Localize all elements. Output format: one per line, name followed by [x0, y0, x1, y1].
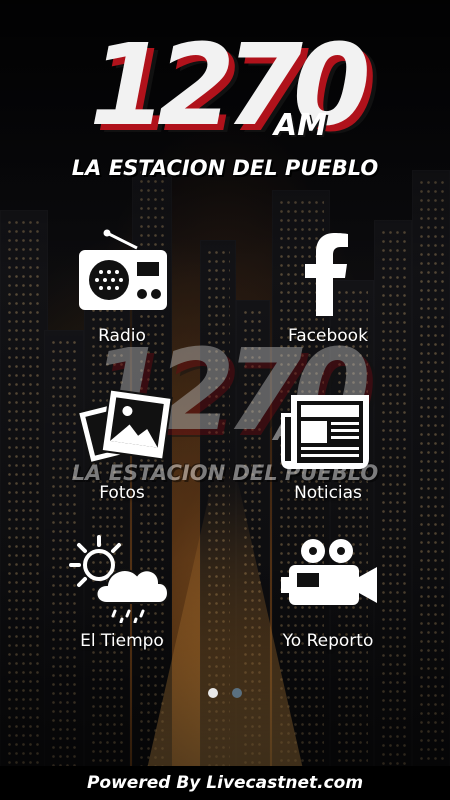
radio-icon	[79, 229, 167, 310]
photos-icon	[76, 388, 173, 465]
newspaper-icon	[281, 395, 369, 469]
facebook-icon	[305, 233, 348, 316]
logo-number: 1270	[89, 21, 371, 151]
logo-tagline: LA ESTACION DEL PUEBLO	[71, 156, 379, 180]
page-dot-1[interactable]	[208, 688, 219, 698]
page-indicator	[0, 683, 450, 702]
menu-item-noticias[interactable]: Noticias	[238, 385, 418, 503]
menu-item-label: Noticias	[294, 483, 362, 503]
page-dot-2[interactable]	[231, 688, 242, 698]
menu-item-label: El Tiempo	[80, 631, 164, 651]
menu-item-label: Fotos	[99, 483, 145, 503]
logo-band: AM	[273, 108, 327, 143]
menu-item-yo-reporto[interactable]: Yo Reporto	[238, 533, 418, 651]
menu-item-radio[interactable]: Radio	[32, 228, 212, 346]
powered-by-footer[interactable]: Powered By Livecastnet.com	[0, 766, 450, 800]
menu-item-label: Yo Reporto	[282, 631, 374, 651]
menu-item-facebook[interactable]: Facebook	[238, 228, 418, 346]
station-logo: 1270 AM LA ESTACION DEL PUEBLO	[45, 30, 405, 180]
weather-icon	[69, 535, 169, 623]
video-camera-icon	[281, 539, 377, 605]
menu-item-label: Facebook	[288, 326, 368, 346]
footer-text: Powered By Livecastnet.com	[86, 773, 364, 793]
menu-item-fotos[interactable]: Fotos	[32, 385, 212, 503]
menu-item-el-tiempo[interactable]: El Tiempo	[32, 533, 212, 651]
menu-item-label: Radio	[98, 326, 146, 346]
